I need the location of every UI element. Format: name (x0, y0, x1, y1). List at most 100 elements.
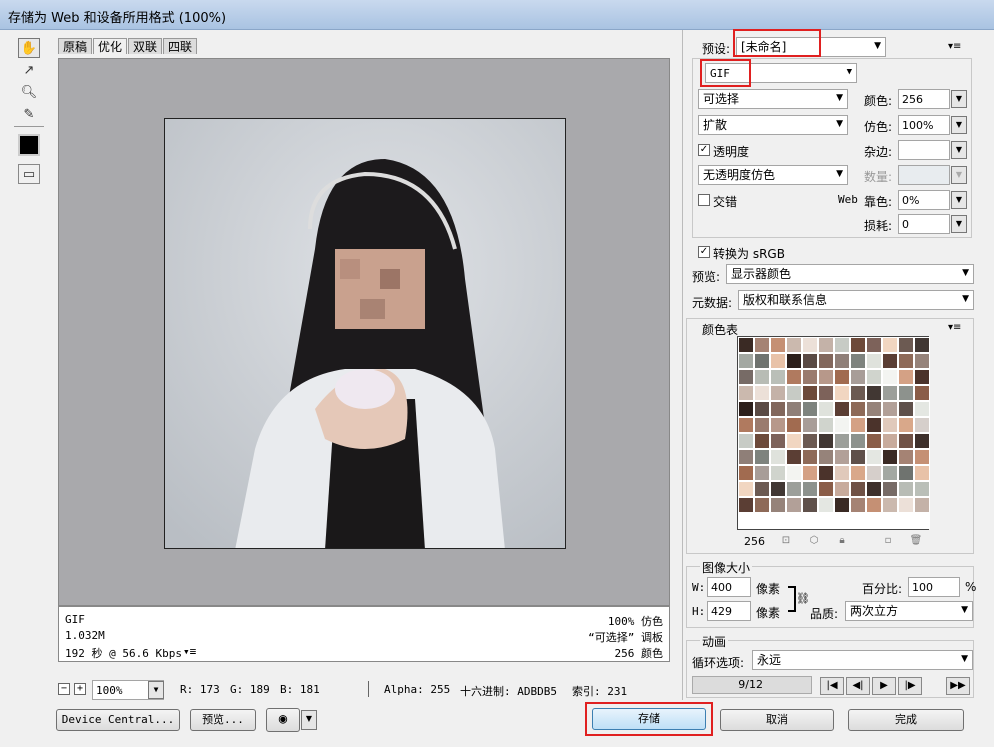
tab-original[interactable]: 原稿 (58, 38, 93, 54)
color-swatch[interactable] (802, 385, 818, 401)
color-swatch[interactable] (834, 449, 850, 465)
color-swatch[interactable] (770, 449, 786, 465)
color-swatch[interactable] (818, 417, 834, 433)
color-swatch[interactable] (914, 497, 930, 513)
browser-icon[interactable]: ◉ (266, 708, 300, 732)
color-swatch[interactable] (754, 369, 770, 385)
color-swatch[interactable] (882, 401, 898, 417)
color-swatch[interactable] (866, 465, 882, 481)
trash-icon[interactable]: 🗑︎ (908, 535, 924, 549)
color-swatch[interactable] (914, 337, 930, 353)
color-swatch[interactable] (738, 433, 754, 449)
color-swatch[interactable] (866, 353, 882, 369)
color-swatch[interactable] (850, 497, 866, 513)
hand-tool-icon[interactable]: ✋ (18, 38, 40, 58)
color-swatch[interactable] (834, 465, 850, 481)
color-swatch[interactable] (786, 385, 802, 401)
color-swatch[interactable] (850, 465, 866, 481)
color-swatch[interactable] (914, 481, 930, 497)
color-swatch[interactable] (818, 353, 834, 369)
color-swatch[interactable] (738, 513, 754, 529)
color-swatch[interactable] (818, 401, 834, 417)
preset-menu-icon[interactable]: ▾≡ (948, 41, 961, 52)
color-swatch[interactable] (834, 369, 850, 385)
zoom-dropdown-icon[interactable]: ▼ (148, 681, 164, 699)
color-swatch[interactable] (802, 353, 818, 369)
color-swatch[interactable] (834, 433, 850, 449)
color-swatch[interactable] (802, 433, 818, 449)
color-swatch[interactable] (850, 337, 866, 353)
color-swatch[interactable] (818, 385, 834, 401)
tab-2up[interactable]: 双联 (128, 38, 163, 54)
color-swatch[interactable] (754, 401, 770, 417)
color-swatch[interactable] (738, 337, 754, 353)
metadata-select[interactable]: 版权和联系信息 ▼ (738, 290, 974, 310)
map-color-icon[interactable]: ⊡ (778, 535, 794, 549)
browser-dropdown-icon[interactable]: ▼ (301, 710, 317, 730)
color-swatch[interactable] (898, 433, 914, 449)
color-swatch[interactable] (738, 417, 754, 433)
color-swatch[interactable] (882, 465, 898, 481)
color-swatch[interactable] (866, 481, 882, 497)
device-central-button[interactable]: Device Central... (56, 709, 180, 731)
color-swatch[interactable] (738, 353, 754, 369)
color-swatch[interactable] (834, 417, 850, 433)
color-swatch[interactable] (818, 465, 834, 481)
color-swatch[interactable] (882, 385, 898, 401)
color-swatch[interactable] (770, 497, 786, 513)
color-swatch[interactable] (786, 401, 802, 417)
loop-select[interactable]: 永远 ▼ (752, 650, 973, 670)
color-swatch[interactable] (738, 369, 754, 385)
chain-link-icon[interactable]: ⛓︎ (796, 592, 810, 605)
color-swatch[interactable] (786, 369, 802, 385)
transparency-dither-select[interactable]: 无透明度仿色 ▼ (698, 165, 848, 185)
color-swatch[interactable] (738, 497, 754, 513)
color-swatch[interactable] (866, 497, 882, 513)
color-swatch[interactable] (818, 481, 834, 497)
color-swatch[interactable] (738, 465, 754, 481)
lossy-dropdown-icon[interactable]: ▼ (951, 215, 967, 233)
interlaced-checkbox[interactable] (698, 194, 710, 206)
color-swatch[interactable] (786, 513, 802, 529)
width-field[interactable]: 400 (707, 577, 751, 597)
color-swatch[interactable] (850, 385, 866, 401)
color-swatch[interactable] (850, 433, 866, 449)
color-swatch[interactable] (834, 401, 850, 417)
color-swatch[interactable] (802, 465, 818, 481)
tab-4up[interactable]: 四联 (163, 38, 198, 54)
color-swatch[interactable] (738, 449, 754, 465)
color-swatch[interactable] (866, 385, 882, 401)
color-swatch[interactable] (834, 497, 850, 513)
color-swatch[interactable] (866, 433, 882, 449)
color-swatch[interactable] (770, 481, 786, 497)
color-swatch[interactable] (898, 401, 914, 417)
web-snap-dropdown-icon[interactable]: ▼ (951, 191, 967, 209)
color-swatch[interactable] (850, 449, 866, 465)
color-swatch[interactable] (754, 449, 770, 465)
color-swatch[interactable] (786, 481, 802, 497)
color-table-menu-icon[interactable]: ▾≡ (948, 322, 961, 333)
lock-color-icon[interactable]: 🔒︎ (834, 535, 850, 549)
color-swatch[interactable] (898, 497, 914, 513)
color-swatch[interactable] (882, 417, 898, 433)
color-swatch[interactable] (850, 401, 866, 417)
color-swatch[interactable] (770, 465, 786, 481)
preview-mode-select[interactable]: 显示器颜色 ▼ (726, 264, 974, 284)
color-swatch[interactable] (770, 433, 786, 449)
color-swatch[interactable] (818, 433, 834, 449)
color-swatch[interactable] (770, 353, 786, 369)
color-swatch[interactable] (818, 337, 834, 353)
color-swatch[interactable] (898, 369, 914, 385)
color-swatch[interactable] (866, 513, 882, 529)
color-swatch[interactable] (898, 353, 914, 369)
height-field[interactable]: 429 (707, 601, 751, 621)
color-swatch[interactable] (770, 369, 786, 385)
color-reduction-select[interactable]: 可选择 ▼ (698, 89, 848, 109)
color-swatch[interactable] (914, 401, 930, 417)
lossy-field[interactable]: 0 (898, 214, 950, 234)
eyedropper-color-swatch[interactable] (18, 134, 40, 156)
color-swatch[interactable] (770, 513, 786, 529)
color-swatch[interactable] (754, 481, 770, 497)
color-swatch[interactable] (802, 369, 818, 385)
color-swatch[interactable] (866, 417, 882, 433)
